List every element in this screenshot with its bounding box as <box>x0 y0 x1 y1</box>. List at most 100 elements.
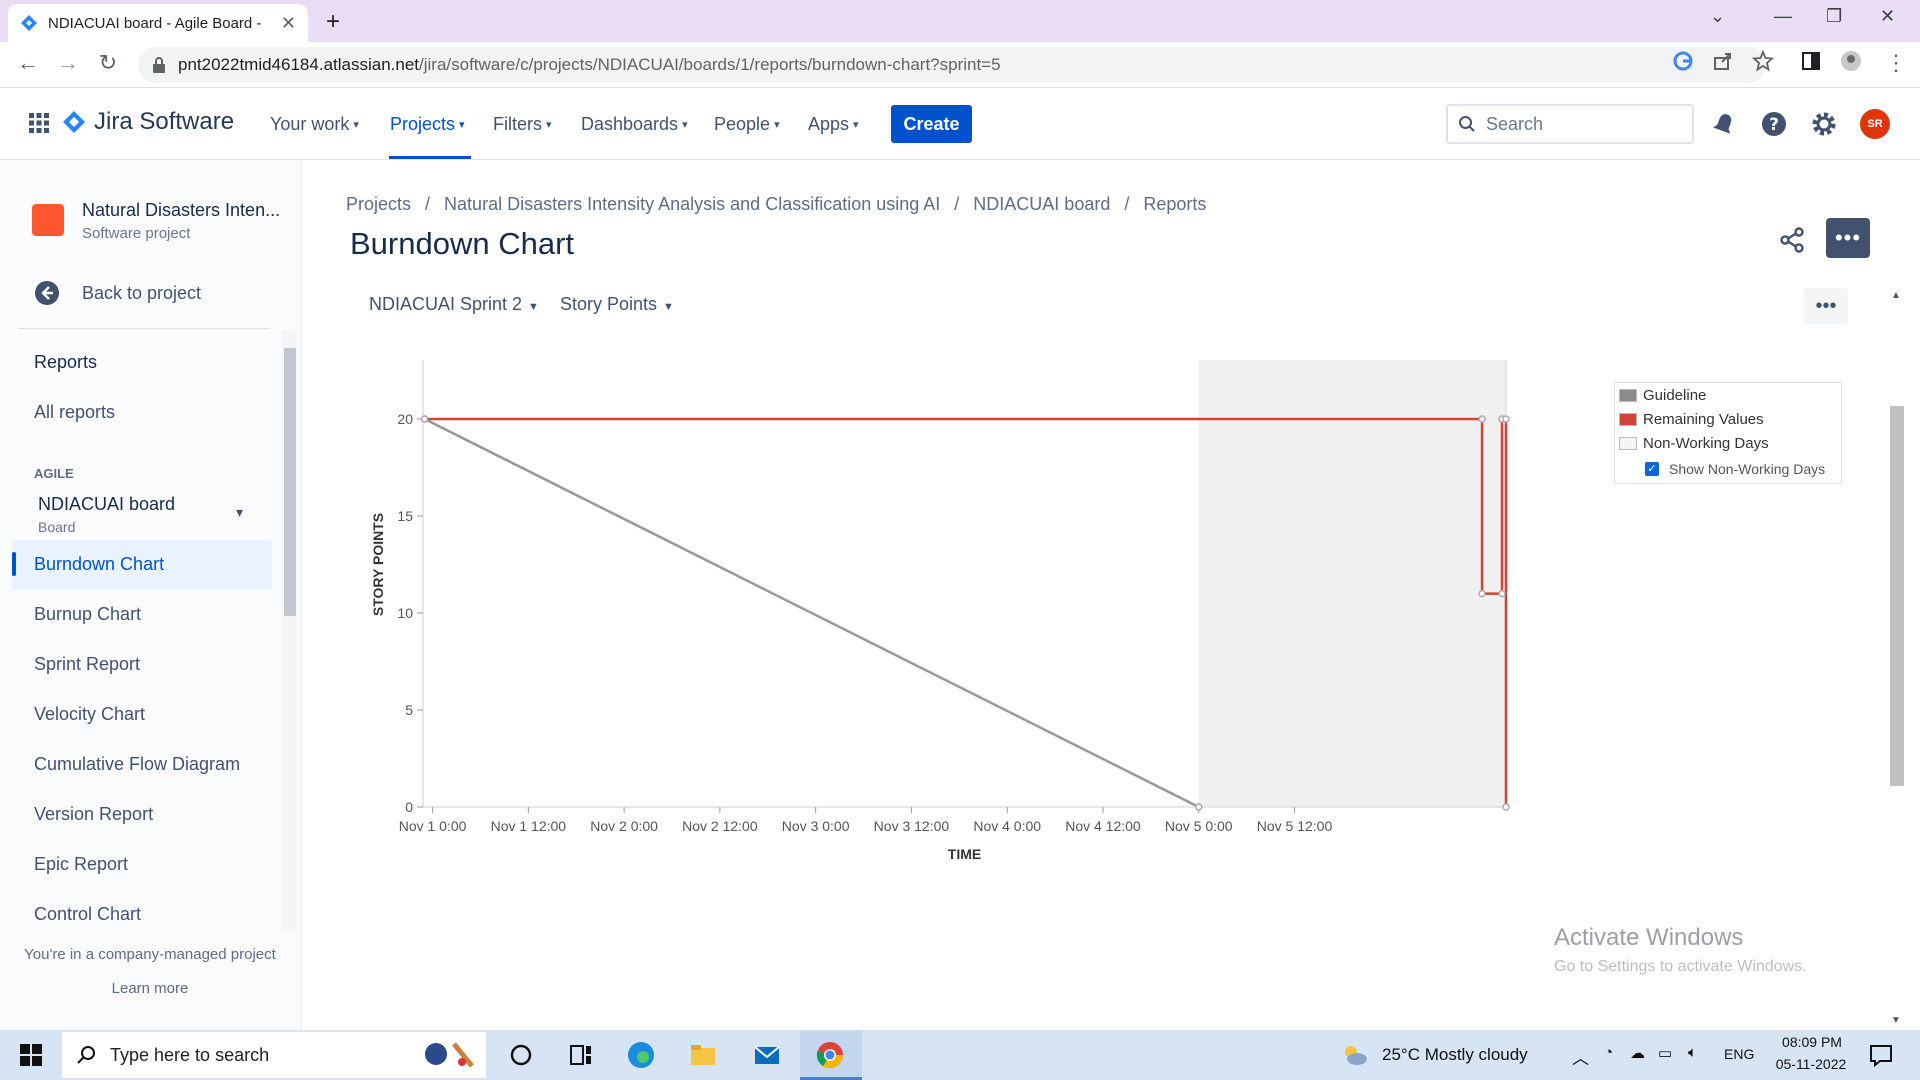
close-window-icon[interactable]: ✕ <box>1880 6 1895 27</box>
more-actions-button[interactable]: ••• <box>1826 218 1870 258</box>
nav-your-work[interactable]: Your work ▾ <box>270 114 359 135</box>
browser-menu-icon[interactable]: ⋮ <box>1880 50 1912 76</box>
sidebar-item-sprint-report[interactable]: Sprint Report <box>34 654 140 675</box>
breadcrumb-project[interactable]: Natural Disasters Intensity Analysis and… <box>444 194 940 215</box>
close-tab-icon[interactable]: ✕ <box>281 13 296 34</box>
series-remaining-values-point <box>1478 415 1486 423</box>
side-panel-icon[interactable] <box>1800 50 1822 72</box>
widgets-icon[interactable] <box>566 1040 596 1070</box>
board-selector[interactable]: NDIACUAI board Board <box>38 494 175 535</box>
chart-options-button[interactable]: ••• <box>1804 288 1848 324</box>
speaker-icon[interactable]: 🔈︎ <box>1688 1044 1697 1061</box>
battery-icon[interactable]: ▭ <box>1658 1044 1672 1062</box>
windows-taskbar: Type here to search 25°C Mostly cloudy ︿… <box>0 1030 1920 1080</box>
reload-icon[interactable]: ↻ <box>92 50 124 76</box>
app-switcher-icon[interactable] <box>28 112 50 134</box>
chevron-down-icon: ▾ <box>459 119 465 131</box>
legend-non-working-days[interactable]: Non-Working Days <box>1619 435 1769 452</box>
x-tick-label: Nov 5 0:00 <box>1165 818 1233 834</box>
show-non-working-days-checkbox[interactable]: ✓ Show Non-Working Days <box>1619 461 1825 477</box>
legend-swatch <box>1619 437 1637 450</box>
search-input[interactable]: Search <box>1446 104 1694 144</box>
series-remaining-values-point <box>1502 415 1510 423</box>
user-avatar[interactable]: SR <box>1860 109 1890 139</box>
cloud-icon[interactable]: ☁ <box>1630 1044 1645 1062</box>
project-type: Software project <box>82 225 191 242</box>
sidebar-item-velocity-chart[interactable]: Velocity Chart <box>34 704 145 725</box>
back-to-project-link[interactable]: Back to project <box>34 280 201 306</box>
task-view-icon[interactable] <box>506 1040 536 1070</box>
chrome-icon[interactable] <box>815 1040 845 1070</box>
clock-time[interactable]: 08:09 PM <box>1776 1034 1848 1050</box>
x-tick-label: Nov 2 0:00 <box>590 818 658 834</box>
breadcrumb-board[interactable]: NDIACUAI board <box>973 194 1110 215</box>
nav-people[interactable]: People ▾ <box>714 114 780 135</box>
help-icon[interactable]: ? <box>1760 110 1788 138</box>
weather-text[interactable]: 25°C Mostly cloudy <box>1382 1045 1528 1065</box>
windows-start-icon[interactable] <box>16 1040 46 1070</box>
new-tab-icon[interactable]: + <box>326 8 340 36</box>
language-indicator[interactable]: ENG <box>1724 1046 1754 1062</box>
forward-arrow-icon[interactable]: → <box>52 50 84 76</box>
project-header[interactable]: Natural Disasters Inten... Software proj… <box>32 200 280 242</box>
tab-search-chevron-icon[interactable]: ⌄ <box>1710 6 1725 27</box>
sidebar-item-all-reports[interactable]: All reports <box>34 402 115 423</box>
main-scrollbar[interactable]: ▲ ▼ <box>1888 288 1906 1028</box>
bookmark-star-icon[interactable] <box>1752 50 1774 72</box>
activate-windows-title: Activate Windows <box>1554 924 1744 951</box>
estimation-dropdown[interactable]: Story Points ▼ <box>560 294 674 315</box>
notifications-icon[interactable] <box>1710 110 1738 138</box>
sidebar-item-burndown-chart[interactable]: Burndown Chart <box>34 554 164 575</box>
x-tick-label: Nov 4 0:00 <box>973 818 1041 834</box>
chevron-down-icon[interactable]: ▾ <box>236 504 243 521</box>
sidebar-item-burnup-chart[interactable]: Burnup Chart <box>34 604 141 625</box>
x-tick-label: Nov 3 0:00 <box>782 818 850 834</box>
legend-swatch <box>1619 413 1637 426</box>
nav-projects[interactable]: Projects ▾ <box>390 114 465 135</box>
search-icon <box>1459 116 1475 132</box>
chevron-down-icon: ▾ <box>682 119 688 131</box>
sidebar-item-epic-report[interactable]: Epic Report <box>34 854 128 875</box>
y-axis-title: STORY POINTS <box>370 513 386 616</box>
minimize-icon[interactable]: — <box>1774 6 1792 27</box>
active-nav-underline <box>389 156 471 159</box>
sidebar-scrollbar[interactable] <box>282 330 296 930</box>
sidebar-item-version-report[interactable]: Version Report <box>34 804 153 825</box>
sidebar-item-cumulative-flow[interactable]: Cumulative Flow Diagram <box>34 754 240 775</box>
cricket-search-highlight-icon[interactable] <box>406 1040 484 1070</box>
nav-dashboards[interactable]: Dashboards ▾ <box>581 114 688 135</box>
maximize-icon[interactable]: ❐ <box>1826 6 1842 27</box>
clock-date[interactable]: 05-11-2022 <box>1768 1056 1854 1072</box>
legend-guideline[interactable]: Guideline <box>1619 387 1706 404</box>
chevron-up-icon[interactable]: ︿ <box>1572 1044 1589 1069</box>
weather-cloudy-icon[interactable] <box>1340 1040 1370 1070</box>
series-guideline-point <box>1194 803 1203 811</box>
back-arrow-icon[interactable]: ← <box>12 50 44 76</box>
share-icon[interactable] <box>1778 226 1806 254</box>
jira-logo[interactable]: Jira Software <box>62 108 234 136</box>
breadcrumb-projects[interactable]: Projects <box>346 194 411 215</box>
notification-center-icon[interactable] <box>1866 1040 1896 1070</box>
url-field[interactable]: pnt2022tmid46184.atlassian.net/jira/soft… <box>138 47 1766 83</box>
sprint-dropdown[interactable]: NDIACUAI Sprint 2 ▼ <box>369 294 539 315</box>
share-page-icon[interactable] <box>1712 50 1734 72</box>
chevron-down-icon: ▾ <box>546 119 552 131</box>
mail-icon[interactable] <box>752 1040 782 1070</box>
y-tick-label: 20 <box>397 411 413 427</box>
wifi-icon[interactable]: ◔ <box>1604 1044 1613 1061</box>
nav-filters[interactable]: Filters ▾ <box>493 114 552 135</box>
legend-remaining-values[interactable]: Remaining Values <box>1619 411 1764 428</box>
file-explorer-icon[interactable] <box>688 1040 718 1070</box>
browser-tab[interactable]: NDIACUAI board - Agile Board - ✕ <box>8 4 308 42</box>
browser-tab-strip: NDIACUAI board - Agile Board - ✕ + ⌄ — ❐… <box>0 0 1920 42</box>
nav-apps[interactable]: Apps ▾ <box>808 114 859 135</box>
sidebar-item-control-chart[interactable]: Control Chart <box>34 904 141 925</box>
edge-browser-icon[interactable] <box>626 1040 656 1070</box>
profile-avatar-icon[interactable] <box>1840 50 1862 72</box>
create-button[interactable]: Create <box>891 105 972 143</box>
learn-more-link[interactable]: Learn more <box>0 980 300 997</box>
breadcrumb-reports[interactable]: Reports <box>1143 194 1206 215</box>
chevron-down-icon: ▾ <box>853 119 859 131</box>
google-icon[interactable] <box>1672 50 1694 72</box>
settings-gear-icon[interactable] <box>1810 110 1838 138</box>
